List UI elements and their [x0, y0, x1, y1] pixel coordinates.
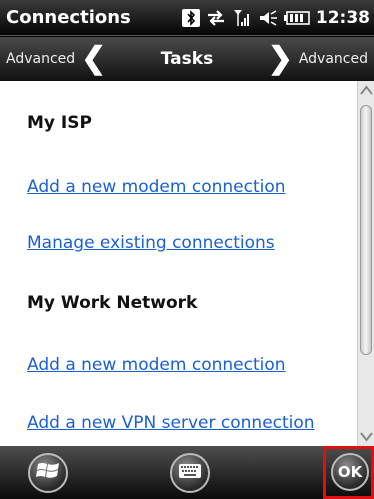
link-add-modem-connection-isp[interactable]: Add a new modem connection: [27, 177, 286, 197]
clock[interactable]: 12:38: [316, 8, 370, 28]
app-title: Connections: [6, 7, 131, 28]
title-bar: Connections 12:38: [0, 0, 374, 36]
status-icons: 12:38: [181, 8, 374, 28]
link-manage-existing-connections[interactable]: Manage existing connections: [27, 233, 275, 253]
nav-back-label: Advanced: [6, 51, 76, 67]
scroll-up-icon[interactable]: [358, 81, 374, 101]
task-list: My ISP Add a new modem connection Manage…: [0, 81, 374, 446]
keyboard-icon: [178, 463, 202, 484]
section-heading-my-work-network: My Work Network: [27, 293, 198, 313]
nav-back-button[interactable]: Advanced ❮: [0, 44, 140, 74]
keyboard-button[interactable]: [170, 453, 210, 493]
ok-button-highlight: OK: [323, 446, 374, 499]
chevron-left-icon: ❮: [81, 42, 107, 75]
section-heading-my-isp: My ISP: [27, 113, 92, 133]
signal-strength-icon[interactable]: [232, 8, 252, 28]
battery-icon[interactable]: [283, 10, 310, 26]
nav-forward-label: Advanced: [298, 51, 368, 67]
start-button[interactable]: [28, 453, 68, 493]
nav-forward-button[interactable]: ❯ Advanced: [234, 44, 374, 74]
chevron-right-icon: ❯: [267, 42, 293, 75]
nav-bar: Advanced ❮ Tasks ❯ Advanced: [0, 37, 374, 81]
bottom-bar: OK: [0, 446, 374, 499]
vertical-scrollbar[interactable]: [357, 81, 374, 446]
link-add-vpn-server-connection[interactable]: Add a new VPN server connection: [27, 413, 315, 433]
ok-button[interactable]: OK: [331, 453, 369, 491]
ok-label: OK: [337, 463, 363, 481]
scroll-thumb[interactable]: [360, 105, 372, 355]
scroll-down-icon[interactable]: [358, 426, 374, 446]
bluetooth-icon[interactable]: [181, 8, 200, 27]
windows-start-icon: [36, 460, 60, 487]
link-add-modem-connection-work[interactable]: Add a new modem connection: [27, 355, 286, 375]
speaker-icon[interactable]: [258, 9, 278, 27]
sync-arrows-icon[interactable]: [206, 9, 226, 27]
